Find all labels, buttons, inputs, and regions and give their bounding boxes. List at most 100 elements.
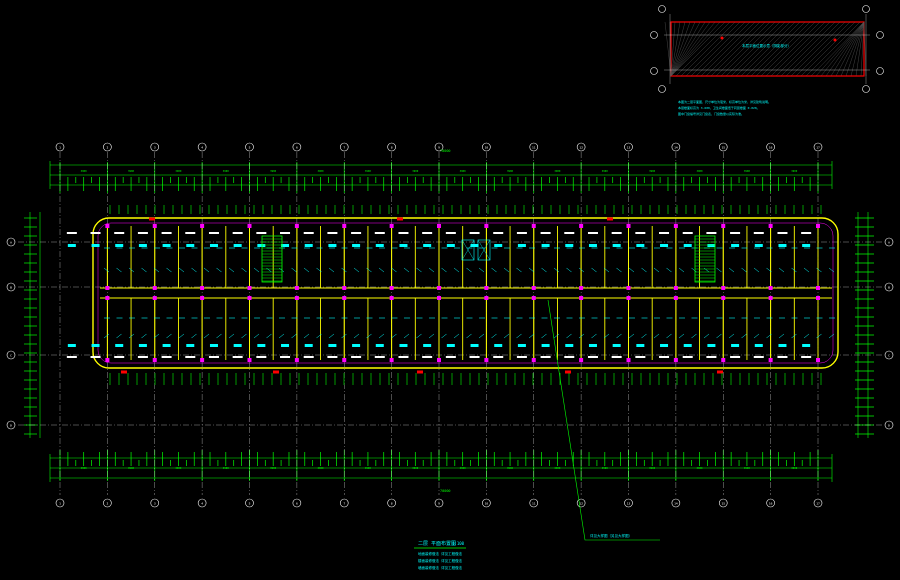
keyplan-axis-bubble bbox=[658, 5, 666, 13]
dim-text-bottom-8: 3900 bbox=[412, 466, 419, 470]
room-tag-north bbox=[375, 244, 384, 247]
axis-label-top-1: 1 bbox=[59, 146, 61, 150]
room-tag-south bbox=[375, 344, 384, 347]
dim-text-top-10: 3900 bbox=[507, 169, 514, 173]
keyplan-hatch bbox=[670, 21, 691, 77]
structural-column bbox=[105, 358, 110, 362]
axis-label-right-A: A bbox=[888, 241, 890, 245]
axis-label-left-B: B bbox=[10, 286, 12, 290]
axis-label-top-17: 17 bbox=[816, 146, 820, 150]
keyplan-axis-bubble bbox=[876, 31, 884, 39]
window-tag-north bbox=[564, 232, 575, 234]
window-tag-south bbox=[137, 356, 148, 358]
room-tag-south bbox=[186, 344, 195, 347]
door-swing-north bbox=[291, 267, 297, 273]
room-tag-south bbox=[91, 344, 100, 347]
room-tag-south bbox=[636, 344, 645, 347]
structural-column bbox=[152, 224, 157, 228]
door-swing-south bbox=[503, 333, 510, 339]
room-tag-north bbox=[588, 244, 597, 247]
room-tag-south bbox=[494, 344, 503, 347]
dim-text-top-3: 3900 bbox=[175, 169, 182, 173]
room-tag-south bbox=[588, 344, 597, 347]
door-swing-south bbox=[553, 333, 560, 339]
door-swing-south bbox=[566, 333, 572, 339]
dim-text-bottom-13: 3900 bbox=[649, 466, 656, 470]
door-swing-south bbox=[378, 333, 385, 339]
keyplan-mark bbox=[833, 38, 837, 42]
door-swing-north bbox=[328, 267, 335, 273]
keyplan-notes: 本图为二层平面图，尺寸单位为毫米，标高单位为米，详见建筑说明。本层楼面标高为 3… bbox=[678, 99, 771, 116]
window-tag-south bbox=[114, 356, 125, 358]
structural-column bbox=[152, 286, 157, 290]
door-swing-south bbox=[716, 333, 722, 339]
window-tag-south bbox=[753, 356, 764, 358]
door-swing-north bbox=[191, 267, 197, 273]
window-tag-south bbox=[801, 356, 812, 358]
window-tag-south bbox=[635, 356, 646, 358]
room-tag-north bbox=[423, 244, 432, 247]
structural-column bbox=[437, 358, 441, 362]
door-swing-north bbox=[503, 267, 510, 273]
keyplan-hatch bbox=[670, 21, 726, 77]
room-tag-south bbox=[470, 344, 479, 347]
door-swing-north bbox=[491, 267, 497, 273]
structural-column bbox=[673, 358, 678, 362]
door-swing-north bbox=[278, 267, 285, 273]
keyplan-label: 本层平面位置示意（阴影部分） bbox=[742, 43, 791, 48]
door-swing-north bbox=[703, 267, 710, 273]
structural-column bbox=[342, 224, 347, 228]
dim-text-bottom-15: 3900 bbox=[744, 466, 751, 470]
structural-column bbox=[626, 224, 631, 228]
keyplan-hatch bbox=[810, 21, 865, 77]
structural-column bbox=[437, 286, 441, 290]
structural-column bbox=[816, 296, 820, 300]
axis-label-bottom-17: 17 bbox=[816, 502, 820, 506]
window-tag-south bbox=[422, 356, 433, 358]
window-tag-south bbox=[445, 356, 456, 358]
window-marker bbox=[607, 217, 613, 221]
room-tag-south bbox=[352, 344, 361, 347]
door-swing-south bbox=[178, 333, 185, 339]
window-tag-north bbox=[445, 232, 456, 234]
room-tag-south bbox=[399, 344, 408, 347]
door-swing-north bbox=[428, 267, 435, 273]
keyplan-hatch bbox=[710, 21, 766, 77]
door-swing-south bbox=[703, 333, 710, 339]
window-tag-south bbox=[90, 356, 101, 358]
door-swing-south bbox=[778, 333, 785, 339]
keyplan-axis-bubble bbox=[876, 67, 884, 75]
window-tag-south bbox=[587, 356, 598, 358]
axis-label-bottom-10: 10 bbox=[485, 502, 489, 506]
axis-label-right-D: D bbox=[888, 424, 890, 428]
room-tag-north bbox=[707, 244, 716, 247]
window-tag-north bbox=[161, 232, 172, 234]
room-tag-north bbox=[209, 244, 218, 247]
door-swing-south bbox=[253, 333, 260, 339]
axis-label-bottom-2: 2 bbox=[106, 502, 108, 506]
door-swing-south bbox=[728, 333, 735, 339]
door-swing-north bbox=[478, 267, 485, 273]
keyplan-hatch bbox=[805, 21, 861, 77]
room-tag-north bbox=[683, 244, 692, 247]
room-tag-south bbox=[731, 344, 740, 347]
axis-label-top-5: 5 bbox=[249, 146, 251, 150]
axis-label-bottom-5: 5 bbox=[249, 502, 251, 506]
door-swing-north bbox=[778, 267, 785, 273]
window-marker bbox=[149, 217, 155, 221]
structural-column bbox=[294, 358, 299, 362]
window-tag-south bbox=[327, 356, 338, 358]
window-tag-south bbox=[730, 356, 741, 358]
window-tag-north bbox=[351, 232, 362, 234]
dim-text-bottom-4: 3900 bbox=[223, 466, 230, 470]
structural-column bbox=[200, 286, 205, 290]
window-tag-north bbox=[777, 232, 788, 234]
keyplan-hatch bbox=[675, 21, 731, 77]
building-inner-outline bbox=[97, 222, 834, 364]
keyplan-hatch bbox=[680, 21, 736, 77]
room-tag-north bbox=[257, 244, 266, 247]
window-tag-south bbox=[398, 356, 409, 358]
axis-label-right-B: B bbox=[888, 286, 890, 290]
window-tag-north bbox=[208, 232, 219, 234]
keyplan-note-1: 本图为二层平面图，尺寸单位为毫米，标高单位为米，详见建筑说明。 bbox=[678, 99, 771, 104]
